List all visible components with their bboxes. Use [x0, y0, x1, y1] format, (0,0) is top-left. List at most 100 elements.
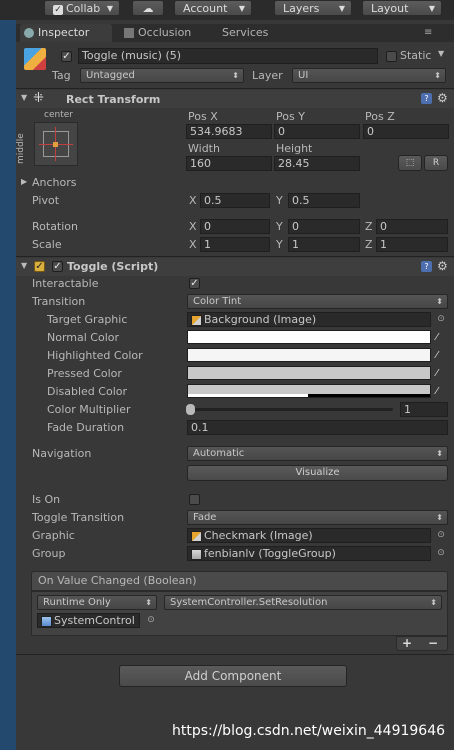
pivot-y-field[interactable]: 0.5	[288, 193, 360, 208]
height-label: Height	[276, 142, 313, 155]
scale-z-field[interactable]: 1	[376, 237, 448, 252]
pivot-label: Pivot	[32, 194, 60, 207]
chevron-icon: ⬍	[434, 71, 441, 80]
group-field[interactable]: fenbianlv (ToggleGroup)	[187, 546, 431, 561]
chevron-icon: ⬍	[436, 449, 443, 458]
add-component-button[interactable]: Add Component	[119, 665, 347, 687]
collab-button[interactable]: ✓ Collab ▼	[44, 0, 120, 16]
rot-x-field[interactable]: 0	[200, 219, 270, 234]
disabled-color-swatch[interactable]	[187, 384, 431, 398]
event-target-field[interactable]: SystemControl	[37, 613, 140, 628]
gear-icon[interactable]: ⚙	[437, 91, 448, 105]
is-on-label: Is On	[32, 493, 61, 506]
rot-z-field[interactable]: 0	[376, 219, 448, 234]
eyedropper-icon[interactable]: ⁄	[436, 386, 447, 397]
eyedropper-icon[interactable]: ⁄	[436, 332, 447, 343]
target-graphic-field[interactable]: Background (Image)	[187, 312, 431, 327]
image-icon	[191, 314, 202, 326]
toggle-script-icon: ✓	[34, 261, 45, 272]
alpha-bar-black	[308, 394, 430, 397]
color-multiplier-handle[interactable]	[186, 404, 195, 415]
pressed-color-swatch[interactable]	[187, 366, 431, 380]
posz-label: Pos Z	[365, 110, 395, 123]
help-icon[interactable]: ?	[421, 261, 432, 272]
active-checkbox[interactable]: ✓	[61, 51, 72, 62]
fade-duration-field[interactable]: 0.1	[187, 420, 448, 435]
eyedropper-icon[interactable]: ⁄	[436, 368, 447, 379]
width-field[interactable]: 160	[186, 156, 272, 171]
anchor-v-label: middle	[16, 133, 26, 164]
scale-y-field[interactable]: 1	[288, 237, 360, 252]
tag-dropdown[interactable]: Untagged ⬍	[80, 68, 244, 83]
chevron-icon: ⬍	[430, 598, 437, 607]
anchors-label[interactable]: Anchors	[32, 176, 77, 189]
static-checkbox[interactable]	[386, 51, 397, 62]
account-label: Account	[183, 2, 228, 15]
highlighted-color-label: Highlighted Color	[47, 349, 143, 362]
navigation-dropdown[interactable]: Automatic ⬍	[187, 446, 448, 461]
tab-inspector[interactable]: Inspector	[20, 24, 112, 42]
color-multiplier-track[interactable]	[189, 408, 393, 411]
rot-y-field[interactable]: 0	[288, 219, 360, 234]
pivot-x-field[interactable]: 0.5	[200, 193, 270, 208]
transition-label: Transition	[32, 295, 86, 308]
add-event-button[interactable]: +	[402, 636, 412, 650]
divider	[16, 88, 454, 89]
cloud-button[interactable]: ☁	[132, 0, 164, 16]
blueprint-icon: ⬚	[405, 158, 415, 168]
foldout-arrow-icon[interactable]: ▼	[21, 93, 27, 102]
toggle-enabled-checkbox[interactable]: ✓	[52, 261, 63, 272]
object-name-field[interactable]: Toggle (music) (5)	[78, 48, 378, 64]
help-icon[interactable]: ?	[421, 93, 432, 104]
function-dropdown[interactable]: SystemController.SetResolution ⬍	[164, 595, 442, 610]
divider	[16, 256, 454, 257]
graphic-field[interactable]: Checkmark (Image)	[187, 528, 431, 543]
tab-services[interactable]: Services	[222, 24, 282, 42]
scale-y-axis: Y	[276, 238, 283, 251]
chevron-down-icon: ▼	[428, 4, 435, 13]
static-chevron-icon[interactable]: ▼	[438, 49, 444, 58]
fade-duration-label: Fade Duration	[47, 421, 125, 434]
gear-icon[interactable]: ⚙	[437, 259, 448, 273]
tag-value: Untagged	[86, 70, 135, 81]
tab-occlusion-label: Occlusion	[138, 26, 192, 39]
layer-dropdown[interactable]: UI ⬍	[292, 68, 446, 83]
toggle-transition-dropdown[interactable]: Fade ⬍	[187, 510, 448, 525]
transition-dropdown[interactable]: Color Tint ⬍	[187, 294, 448, 309]
highlighted-color-swatch[interactable]	[187, 348, 431, 362]
blueprint-mode-button[interactable]: ⬚	[398, 155, 422, 171]
visualize-button[interactable]: Visualize	[187, 465, 448, 481]
object-picker-icon[interactable]: ⊙	[436, 548, 446, 558]
normal-color-label: Normal Color	[47, 331, 120, 344]
posz-field[interactable]: 0	[363, 124, 449, 139]
scale-x-field[interactable]: 1	[200, 237, 270, 252]
color-multiplier-label: Color Multiplier	[47, 403, 131, 416]
object-picker-icon[interactable]: ⊙	[436, 314, 446, 324]
layout-dropdown[interactable]: Layout ▼	[362, 0, 442, 16]
remove-event-button[interactable]: −	[428, 636, 438, 650]
runtime-dropdown[interactable]: Runtime Only ⬍	[37, 595, 157, 610]
color-multiplier-field[interactable]: 1	[400, 402, 448, 417]
interactable-checkbox[interactable]: ✓	[189, 278, 200, 289]
tab-occlusion[interactable]: Occlusion	[124, 24, 214, 42]
tab-menu-icon[interactable]: ≡	[424, 27, 432, 38]
is-on-checkbox[interactable]	[189, 494, 200, 505]
anchor-preset-button[interactable]	[34, 122, 78, 166]
posy-field[interactable]: 0	[274, 124, 360, 139]
object-picker-icon[interactable]: ⊙	[436, 530, 446, 540]
transition-value: Color Tint	[193, 296, 242, 307]
height-field[interactable]: 28.45	[274, 156, 360, 171]
layers-dropdown[interactable]: Layers ▼	[274, 0, 352, 16]
account-dropdown[interactable]: Account ▼	[174, 0, 252, 16]
anchors-foldout-icon[interactable]: ▶	[21, 177, 27, 186]
raw-edit-button[interactable]: R	[424, 155, 448, 171]
alpha-bar-white	[188, 394, 308, 397]
eyedropper-icon[interactable]: ⁄	[436, 350, 447, 361]
chevron-icon: ⬍	[436, 513, 443, 522]
tab-inspector-label: Inspector	[38, 26, 90, 39]
cloud-icon: ☁	[142, 2, 154, 15]
object-picker-icon[interactable]: ⊙	[146, 615, 156, 625]
normal-color-swatch[interactable]	[187, 330, 431, 344]
posx-field[interactable]: 534.9683	[186, 124, 272, 139]
foldout-arrow-icon[interactable]: ▼	[21, 261, 27, 270]
